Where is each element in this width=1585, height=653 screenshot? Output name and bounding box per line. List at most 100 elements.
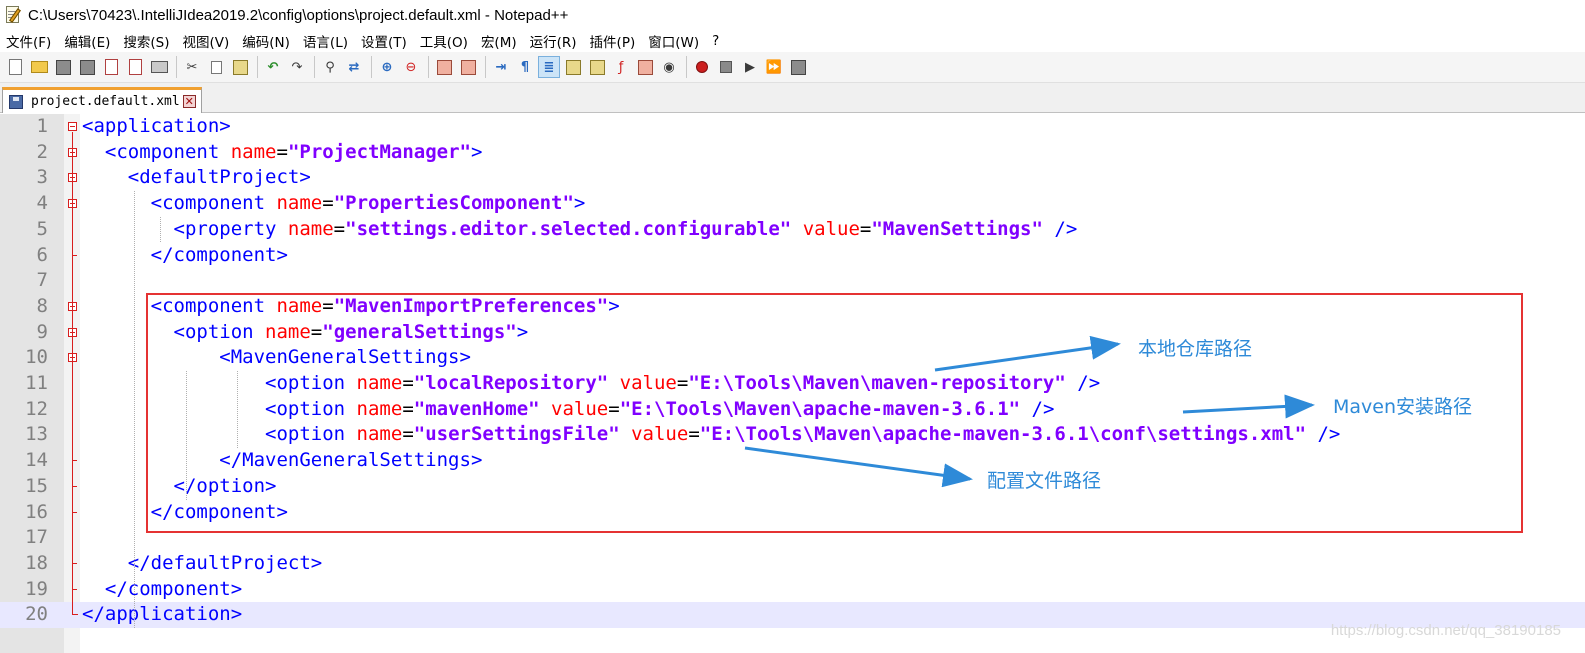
new-document-icon[interactable] bbox=[4, 56, 26, 78]
undo-icon[interactable]: ↶ bbox=[262, 56, 284, 78]
line-number: 8 bbox=[36, 294, 48, 317]
save-icon[interactable] bbox=[52, 56, 74, 78]
user-language-icon[interactable] bbox=[562, 56, 584, 78]
code-text: </defaultProject> bbox=[82, 551, 322, 577]
xml-token-tag: <component bbox=[150, 192, 277, 215]
code-line[interactable]: 1 <application> bbox=[0, 114, 1585, 140]
code-text: <property name="settings.editor.selected… bbox=[82, 217, 1078, 243]
find-icon[interactable]: ⚲ bbox=[319, 56, 341, 78]
line-number: 4 bbox=[36, 192, 48, 215]
xml-token-tag: <component bbox=[104, 140, 231, 163]
eye-icon[interactable]: ◉ bbox=[658, 56, 680, 78]
xml-token-tag: <defaultProject> bbox=[127, 166, 311, 189]
toolbar-separator bbox=[485, 56, 486, 78]
menu-macro[interactable]: 宏(M) bbox=[481, 31, 517, 51]
code-line[interactable]: 7 bbox=[0, 268, 1585, 294]
print-icon[interactable] bbox=[148, 56, 170, 78]
code-line[interactable]: 4 <component name="PropertiesComponent"> bbox=[0, 191, 1585, 217]
xml-token-tag: </component> bbox=[104, 577, 243, 600]
xml-token-attr: value bbox=[791, 217, 860, 240]
code-line[interactable]: 2 <component name="ProjectManager"> bbox=[0, 140, 1585, 166]
xml-token-tag: </application> bbox=[82, 603, 243, 626]
line-number: 10 bbox=[25, 346, 48, 369]
xml-token-attr: name bbox=[230, 140, 277, 163]
code-text: <application> bbox=[82, 114, 231, 140]
fold-end-marker bbox=[72, 602, 78, 616]
paste-icon[interactable] bbox=[229, 56, 251, 78]
menu-view[interactable]: 视图(V) bbox=[183, 31, 230, 51]
indent-guide bbox=[160, 217, 161, 242]
fold-range-line bbox=[72, 363, 73, 449]
stop-icon[interactable] bbox=[715, 56, 737, 78]
menu-settings[interactable]: 设置(T) bbox=[361, 31, 407, 51]
menu-edit[interactable]: 编辑(E) bbox=[64, 31, 110, 51]
menu-run[interactable]: 运行(R) bbox=[530, 31, 577, 51]
notepad-app-icon bbox=[4, 5, 22, 25]
sync-horizontal-icon[interactable] bbox=[457, 56, 479, 78]
xml-token-val: "settings.editor.selected.configurable" bbox=[345, 217, 792, 240]
indent-guide-icon[interactable]: ≣ bbox=[538, 56, 560, 78]
fold-toggle-icon[interactable] bbox=[68, 122, 77, 131]
line-number: 14 bbox=[25, 449, 48, 472]
toolbar-separator bbox=[176, 56, 177, 78]
cut-icon[interactable]: ✂ bbox=[181, 56, 203, 78]
document-map-icon[interactable] bbox=[586, 56, 608, 78]
zoom-in-icon[interactable]: ⊕ bbox=[376, 56, 398, 78]
close-all-icon[interactable] bbox=[124, 56, 146, 78]
xml-token-tag: </component> bbox=[150, 243, 288, 266]
play-icon[interactable]: ▶ bbox=[739, 56, 761, 78]
pilcrow-icon[interactable]: ¶ bbox=[514, 56, 536, 78]
menu-language[interactable]: 语言(L) bbox=[303, 31, 348, 51]
menu-help[interactable]: ? bbox=[712, 33, 719, 49]
code-text: </component> bbox=[82, 243, 288, 269]
menu-window[interactable]: 窗口(W) bbox=[648, 31, 699, 51]
annotation-local-repository: 本地仓库路径 bbox=[1138, 338, 1253, 360]
code-line[interactable]: 6 </component> bbox=[0, 243, 1585, 269]
xml-token-eq: = bbox=[276, 140, 288, 163]
xml-token-eq: = bbox=[322, 192, 334, 215]
code-editor[interactable]: 1 <application> 2 <component name="Project… bbox=[0, 114, 1585, 653]
menu-tools[interactable]: 工具(O) bbox=[420, 31, 468, 51]
open-folder-icon[interactable] bbox=[28, 56, 50, 78]
line-number: 17 bbox=[25, 526, 48, 549]
code-line[interactable]: 5 <property name="settings.editor.select… bbox=[0, 217, 1585, 243]
record-icon[interactable] bbox=[691, 56, 713, 78]
xml-token-tag: <application> bbox=[82, 115, 231, 137]
line-number: 2 bbox=[36, 140, 48, 163]
line-number: 16 bbox=[25, 500, 48, 523]
xml-token-val: "MavenSettings" bbox=[871, 217, 1043, 240]
save-macro-icon[interactable] bbox=[787, 56, 809, 78]
code-text: </application> bbox=[82, 602, 242, 628]
line-number: 15 bbox=[25, 474, 48, 497]
folder-workspace-icon[interactable] bbox=[634, 56, 656, 78]
zoom-out-icon[interactable]: ⊖ bbox=[400, 56, 422, 78]
line-number: 5 bbox=[36, 217, 48, 240]
xml-token-tag: > bbox=[470, 140, 483, 163]
menu-search[interactable]: 搜索(S) bbox=[123, 31, 169, 51]
menu-plugins[interactable]: 插件(P) bbox=[590, 31, 636, 51]
code-text: <component name="PropertiesComponent"> bbox=[82, 191, 586, 217]
replace-icon[interactable]: ⇄ bbox=[343, 56, 365, 78]
redo-icon[interactable]: ↷ bbox=[286, 56, 308, 78]
menu-file[interactable]: 文件(F) bbox=[6, 31, 51, 51]
annotation-maven-home: Maven安装路径 bbox=[1333, 396, 1473, 418]
function-list-icon[interactable]: ƒ bbox=[610, 56, 632, 78]
sync-vertical-icon[interactable] bbox=[433, 56, 455, 78]
line-number: 1 bbox=[36, 115, 48, 137]
close-icon[interactable]: ✕ bbox=[182, 95, 196, 108]
save-all-icon[interactable] bbox=[76, 56, 98, 78]
tab-project-default-xml[interactable]: project.default.xml ✕ bbox=[2, 87, 202, 113]
xml-token-tag: <property bbox=[173, 217, 288, 240]
watermark: https://blog.csdn.net/qq_38190185 bbox=[1330, 622, 1561, 639]
toolbar-separator bbox=[314, 56, 315, 78]
xml-token-val: "PropertiesComponent" bbox=[333, 192, 574, 215]
copy-icon[interactable] bbox=[205, 56, 227, 78]
code-line[interactable]: 19 </component> bbox=[0, 577, 1585, 603]
code-line[interactable]: 18 </defaultProject> bbox=[0, 551, 1585, 577]
fast-forward-icon[interactable]: ⏩ bbox=[763, 56, 785, 78]
close-file-icon[interactable] bbox=[100, 56, 122, 78]
code-line[interactable]: 3 <defaultProject> bbox=[0, 165, 1585, 191]
word-wrap-icon[interactable]: ⇥ bbox=[490, 56, 512, 78]
menu-encoding[interactable]: 编码(N) bbox=[242, 31, 290, 51]
saved-file-icon bbox=[9, 94, 23, 109]
